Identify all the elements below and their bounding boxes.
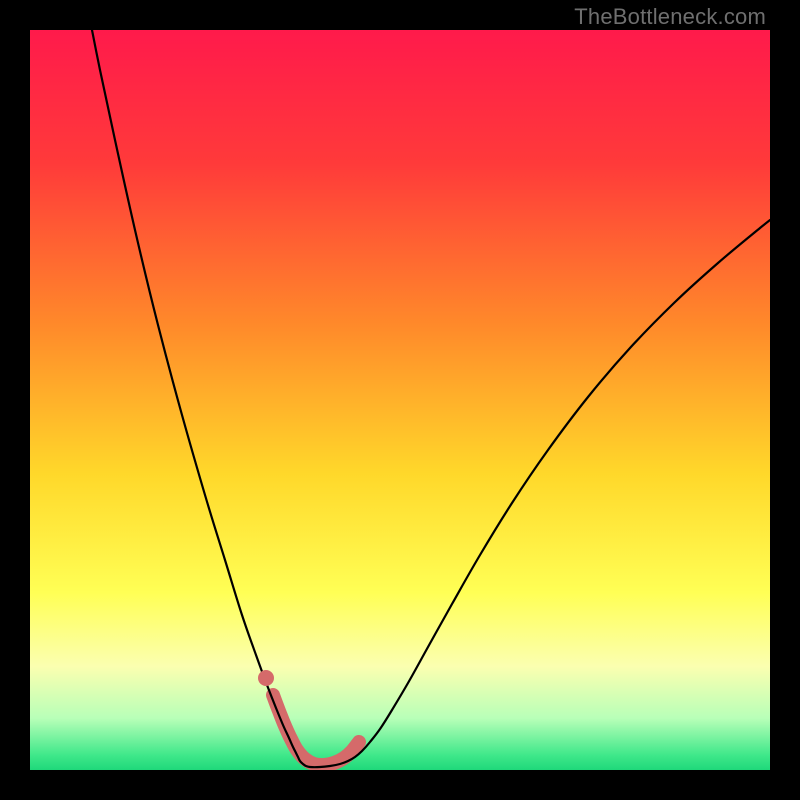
bottleneck-chart xyxy=(30,30,770,770)
highlight-dot xyxy=(258,670,274,686)
chart-frame: TheBottleneck.com xyxy=(0,0,800,800)
chart-background xyxy=(30,30,770,770)
plot-area xyxy=(30,30,770,770)
watermark-text: TheBottleneck.com xyxy=(574,4,766,30)
